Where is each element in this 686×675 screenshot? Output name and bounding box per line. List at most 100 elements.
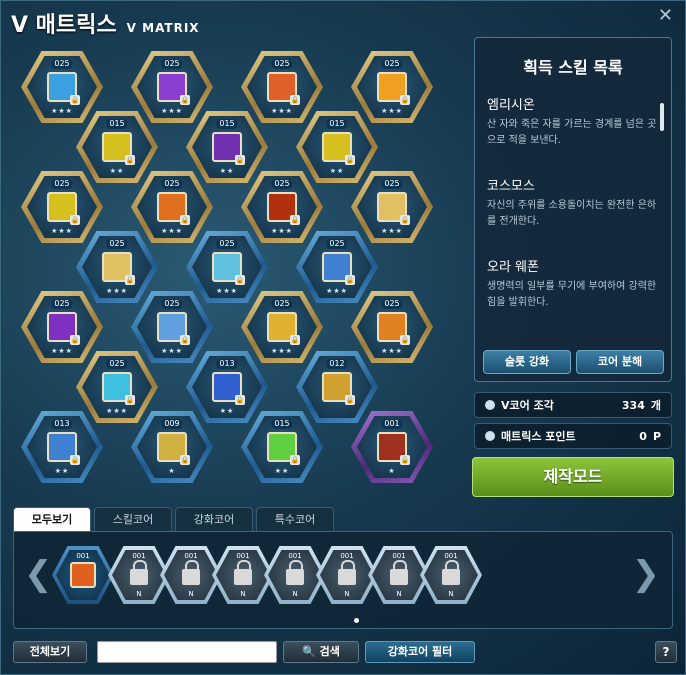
matrix-point-unit: P — [652, 429, 661, 443]
core-slot-inner: 015 🔒 ★★ — [192, 116, 262, 178]
padlock-icon — [338, 560, 356, 585]
core-level: 025 — [381, 299, 403, 309]
skill-name: 코스모스 — [487, 179, 535, 194]
core-slot[interactable]: 025 🔒 ★★★ — [21, 171, 103, 243]
core-slot[interactable]: 025 🔒 ★★★ — [186, 231, 268, 303]
core-slot[interactable]: 025 🔒 ★★★ — [351, 51, 433, 123]
core-slot[interactable]: 025 🔒 ★★★ — [131, 171, 213, 243]
core-stars: ★★★ — [381, 227, 403, 235]
core-slot[interactable]: 013 🔒 ★★ — [186, 351, 268, 423]
core-slot-inner: 025 🔒 ★★★ — [82, 236, 152, 298]
lock-icon: 🔒 — [400, 95, 410, 105]
inventory-locked-slot[interactable]: 001 N — [420, 546, 482, 604]
core-slot-inner: 025 🔒 ★★★ — [82, 356, 152, 418]
slot-enhance-button[interactable]: 슬롯 강화 — [483, 350, 571, 374]
core-stars: ★★★ — [51, 227, 73, 235]
core-skill-icon: 🔒 — [322, 132, 355, 165]
next-page-arrow-icon[interactable]: ❯ — [632, 554, 661, 594]
core-slot-inner: 013 🔒 ★★ — [27, 416, 97, 478]
core-stars: ★★★ — [326, 287, 348, 295]
skill-item: 엠리시온 산 자와 죽은 자를 가르는 경계를 넘은 곳으로 적을 보낸다. — [475, 88, 671, 157]
core-slot-inner: 025 🔒 ★★★ — [357, 56, 427, 118]
close-icon[interactable]: ✕ — [658, 5, 673, 26]
tab-special-core[interactable]: 특수코어 — [256, 507, 334, 531]
core-slot[interactable]: 025 🔒 ★★★ — [296, 231, 378, 303]
view-all-button[interactable]: 전체보기 — [13, 641, 87, 663]
core-slot[interactable]: 025 🔒 ★★★ — [351, 291, 433, 363]
tab-enhance-core[interactable]: 강화코어 — [175, 507, 253, 531]
core-tabs: 모두보기 스킬코어 강화코어 특수코어 — [13, 507, 334, 531]
core-stars: ★★ — [219, 407, 235, 415]
lock-icon: 🔒 — [180, 455, 190, 465]
v-core-label: V코어 조각 — [501, 399, 554, 412]
craft-mode-button[interactable]: 제작모드 — [472, 457, 674, 497]
core-level: 025 — [326, 239, 348, 249]
core-slot-inner: 013 🔒 ★★ — [192, 356, 262, 418]
padlock-icon — [390, 560, 408, 585]
core-slot-inner: 009 🔒 ★ — [137, 416, 207, 478]
core-level: 025 — [51, 179, 73, 189]
core-skill-icon: 🔒 — [102, 132, 135, 165]
core-disassemble-button[interactable]: 코어 분해 — [576, 350, 664, 374]
core-level: 025 — [381, 179, 403, 189]
core-slot[interactable]: 025 🔒 ★★★ — [21, 51, 103, 123]
v-core-value: 334 — [621, 398, 645, 412]
skill-list-scrollbar[interactable] — [660, 103, 664, 131]
locked-slot-level: 001 — [236, 552, 250, 560]
core-slot[interactable]: 025 🔒 ★★★ — [241, 51, 323, 123]
inventory-core-level: 001 — [76, 552, 90, 560]
core-stars: ★★★ — [106, 407, 128, 415]
core-level: 025 — [271, 179, 293, 189]
core-stars: ★★★ — [161, 107, 183, 115]
locked-slot-inner: 001 N — [424, 550, 478, 600]
core-slot[interactable]: 013 🔒 ★★ — [21, 411, 103, 483]
core-slot[interactable]: 025 🔒 ★★★ — [21, 291, 103, 363]
core-slot[interactable]: 025 🔒 ★★★ — [131, 291, 213, 363]
core-skill-icon: 🔒 — [157, 432, 190, 465]
padlock-icon — [442, 560, 460, 585]
core-grid: 025 🔒 ★★★ 025 🔒 ★★★ 025 🔒 ★★★ 025 🔒 ★★★ 015 🔒 ★★ 015 🔒 ★★… — [21, 51, 471, 491]
lock-icon: 🔒 — [290, 95, 300, 105]
core-stars: ★★★ — [271, 107, 293, 115]
core-skill-icon: 🔒 — [157, 192, 190, 225]
core-slot[interactable]: 025 🔒 ★★★ — [241, 171, 323, 243]
core-slot[interactable]: 015 🔒 ★★ — [76, 111, 158, 183]
lock-icon: 🔒 — [290, 455, 300, 465]
skill-desc: 자신의 주위를 소용돌이치는 완전한 은하를 전개한다. — [487, 200, 657, 227]
core-slot[interactable]: 025 🔒 ★★★ — [76, 351, 158, 423]
skill-list-panel: 획득 스킬 목록 엠리시온 산 자와 죽은 자를 가르는 경계를 넘은 곳으로 … — [474, 37, 672, 382]
core-stars: ★★ — [274, 467, 290, 475]
search-input[interactable] — [97, 641, 277, 663]
help-button[interactable]: ? — [655, 641, 677, 663]
search-button[interactable]: 🔍 검색 — [283, 641, 359, 663]
page-indicator-dot[interactable] — [354, 618, 359, 623]
core-stars: ★★★ — [271, 227, 293, 235]
tab-skill-core[interactable]: 스킬코어 — [94, 507, 172, 531]
core-slot[interactable]: 025 🔒 ★★★ — [76, 231, 158, 303]
locked-slot-inner: 001 N — [320, 550, 374, 600]
core-slot-inner: 025 🔒 ★★★ — [27, 176, 97, 238]
locked-slot-tag: N — [240, 590, 246, 598]
lock-icon: 🔒 — [345, 395, 355, 405]
core-slot[interactable]: 009 🔒 ★ — [131, 411, 213, 483]
inventory-core-slot[interactable]: 001 — [52, 546, 114, 604]
core-stars: ★★ — [109, 167, 125, 175]
core-slot[interactable]: 015 🔒 ★★ — [296, 111, 378, 183]
core-slot[interactable]: 012 🔒 — [296, 351, 378, 423]
core-slot-inner: 025 🔒 ★★★ — [357, 296, 427, 358]
core-slot-inner: 012 🔒 — [302, 356, 372, 418]
locked-slot-level: 001 — [444, 552, 458, 560]
window-title: V 매트릭스 — [11, 13, 117, 38]
core-slot[interactable]: 025 🔒 ★★★ — [131, 51, 213, 123]
core-slot[interactable]: 015 🔒 ★★ — [241, 411, 323, 483]
core-slot[interactable]: 015 🔒 ★★ — [186, 111, 268, 183]
locked-slot-level: 001 — [392, 552, 406, 560]
core-slot[interactable]: 025 🔒 ★★★ — [241, 291, 323, 363]
tab-all[interactable]: 모두보기 — [13, 507, 91, 531]
enhance-core-filter-button[interactable]: 강화코어 필터 — [365, 641, 475, 663]
core-slot[interactable]: 025 🔒 ★★★ — [351, 171, 433, 243]
core-slot[interactable]: 001 🔒 ★ — [351, 411, 433, 483]
prev-page-arrow-icon[interactable]: ❮ — [24, 554, 53, 594]
core-stars: ★★ — [219, 167, 235, 175]
core-skill-icon: 🔒 — [377, 192, 410, 225]
